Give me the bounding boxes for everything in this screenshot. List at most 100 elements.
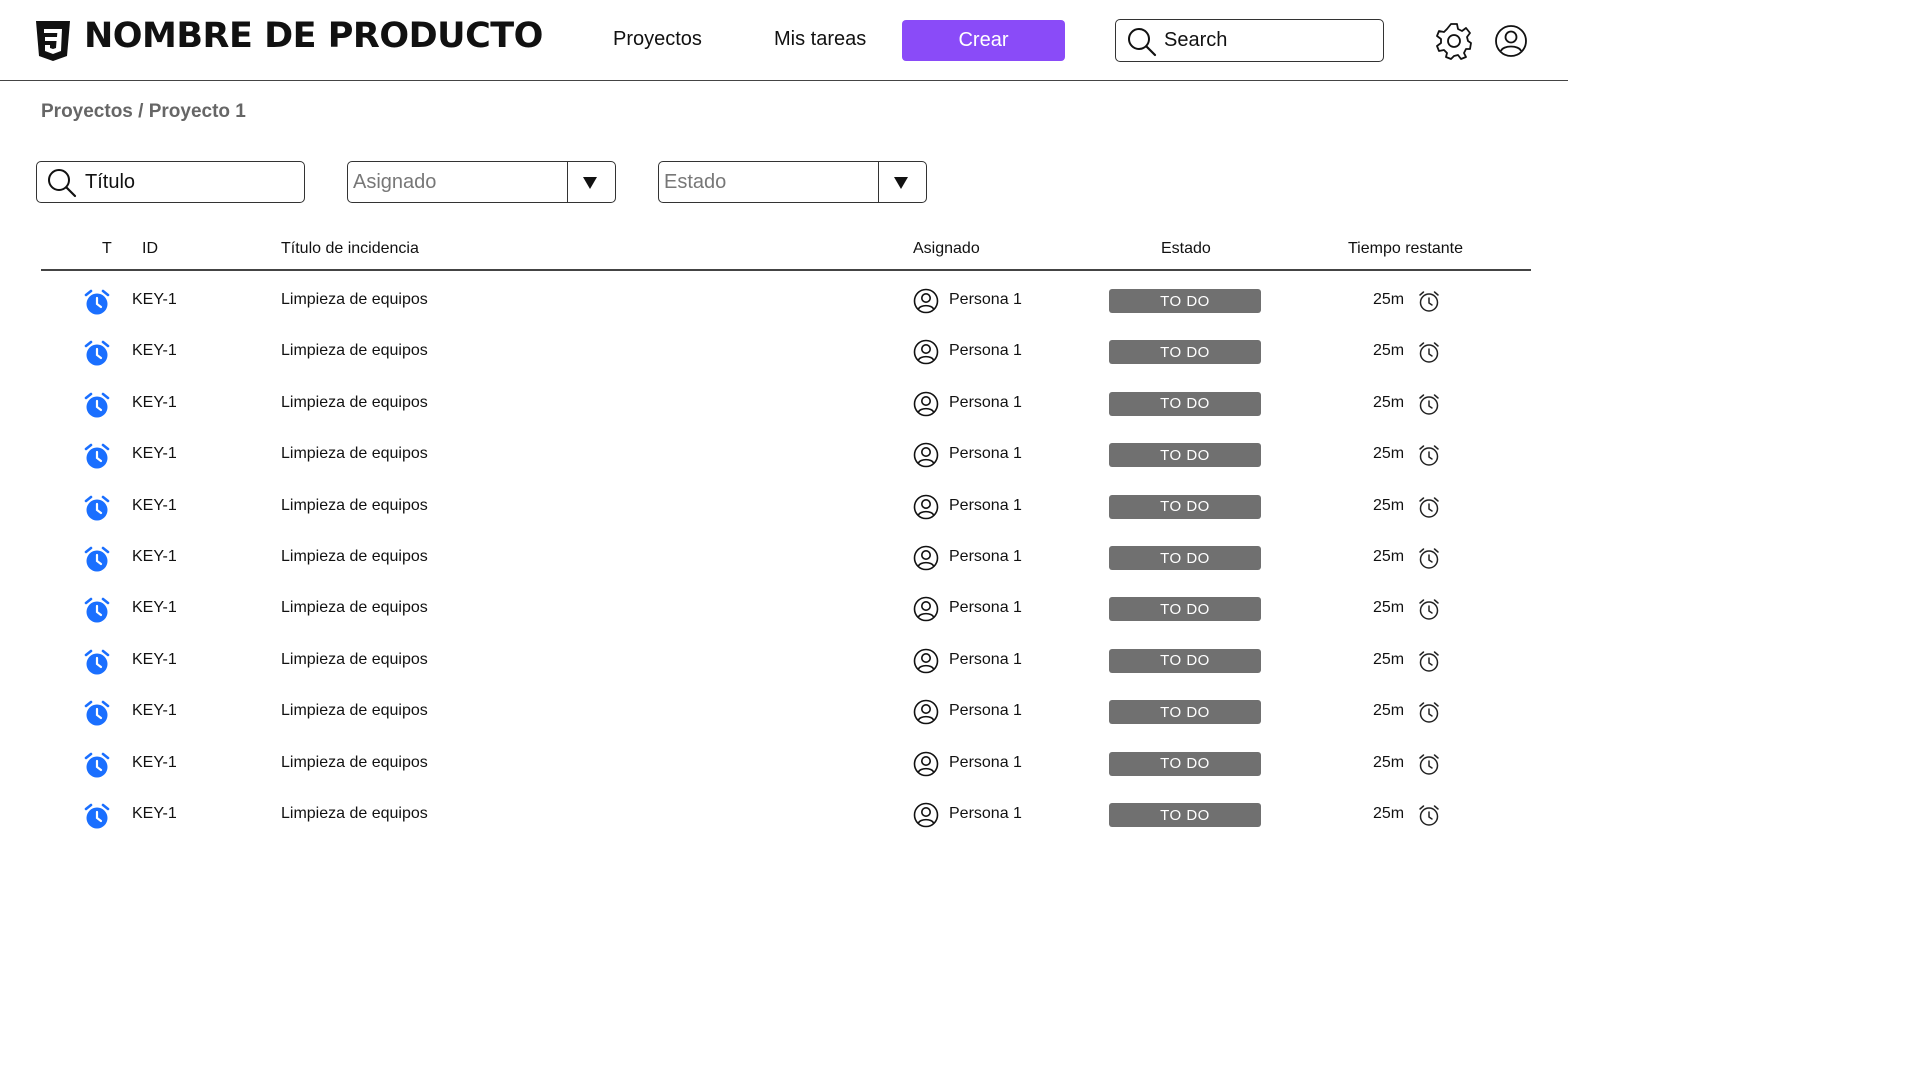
status-badge[interactable]: TO DO xyxy=(1109,340,1261,365)
issue-title[interactable]: Limpieza de equipos xyxy=(281,445,428,463)
issue-assignee[interactable]: Persona 1 xyxy=(949,497,1022,515)
issue-assignee[interactable]: Persona 1 xyxy=(949,445,1022,463)
issue-assignee[interactable]: Persona 1 xyxy=(949,291,1022,309)
issue-id[interactable]: KEY-1 xyxy=(132,599,177,617)
column-header-title[interactable]: Título de incidencia xyxy=(281,240,419,258)
timer-icon xyxy=(1419,805,1439,826)
css3-logo-icon[interactable] xyxy=(35,20,71,62)
status-badge[interactable]: TO DO xyxy=(1109,597,1261,622)
user-circle-icon xyxy=(913,648,939,674)
issue-time-left: 25m xyxy=(1373,445,1405,463)
table-row[interactable]: KEY-1 Limpieza de equipos Persona 1 TO D… xyxy=(0,802,1568,866)
issue-id[interactable]: KEY-1 xyxy=(132,445,177,463)
nav-link-projects[interactable]: Proyectos xyxy=(613,28,702,51)
issue-time-left: 25m xyxy=(1373,548,1405,565)
issue-title[interactable]: Limpieza de equipos xyxy=(281,702,428,720)
table-header-divider xyxy=(41,269,1531,271)
issue-assignee[interactable]: Persona 1 xyxy=(949,548,1022,566)
issue-assignee[interactable]: Persona 1 xyxy=(949,394,1022,412)
search-label: Search xyxy=(1164,29,1228,51)
table-row[interactable]: KEY-1 Limpieza de equipos Persona 1 TO D… xyxy=(0,340,1568,403)
issue-id[interactable]: KEY-1 xyxy=(132,394,177,412)
issue-assignee[interactable]: Persona 1 xyxy=(949,599,1022,617)
issue-title[interactable]: Limpieza de equipos xyxy=(281,291,428,309)
issue-title[interactable]: Limpieza de equipos xyxy=(281,548,428,566)
issue-id[interactable]: KEY-1 xyxy=(132,754,177,772)
column-header-type[interactable]: T xyxy=(102,240,112,258)
alarm-clock-icon xyxy=(84,392,110,418)
status-badge[interactable]: TO DO xyxy=(1109,700,1261,725)
issue-time-left: 25m xyxy=(1373,599,1405,617)
issue-title[interactable]: Limpieza de equipos xyxy=(281,497,428,515)
table-row[interactable]: KEY-1 Limpieza de equipos Persona 1 TO D… xyxy=(0,391,1568,455)
caret-down-icon[interactable] xyxy=(893,176,909,190)
issue-assignee[interactable]: Persona 1 xyxy=(949,342,1022,360)
table-row[interactable]: KEY-1 Limpieza de equipos Persona 1 TO D… xyxy=(0,545,1568,609)
issue-time-left: 25m xyxy=(1373,650,1405,668)
create-button[interactable]: Crear xyxy=(902,20,1065,61)
user-circle-icon[interactable] xyxy=(1494,24,1528,58)
table-row[interactable]: KEY-1 Limpieza de equipos Persona 1 TO D… xyxy=(0,494,1568,558)
issue-assignee[interactable]: Persona 1 xyxy=(949,754,1022,772)
status-filter-select[interactable]: Estado xyxy=(658,161,927,203)
issue-title[interactable]: Limpieza de equipos xyxy=(281,651,428,669)
status-badge[interactable]: TO DO xyxy=(1109,546,1261,570)
issue-assignee[interactable]: Persona 1 xyxy=(949,805,1022,823)
issue-time-left: 25m xyxy=(1373,393,1405,411)
user-circle-icon xyxy=(913,751,939,776)
issue-id[interactable]: KEY-1 xyxy=(132,651,177,669)
nav-link-my-tasks[interactable]: Mis tareas xyxy=(774,28,866,51)
issue-id[interactable]: KEY-1 xyxy=(132,548,177,566)
table-row[interactable]: KEY-1 Limpieza de equipos Persona 1 TO D… xyxy=(0,597,1568,660)
status-badge[interactable]: TO DO xyxy=(1109,751,1261,776)
issue-id[interactable]: KEY-1 xyxy=(132,342,177,360)
alarm-clock-icon xyxy=(84,598,110,623)
breadcrumb[interactable]: Proyectos / Proyecto 1 xyxy=(41,101,246,123)
column-header-id[interactable]: ID xyxy=(142,240,158,258)
issue-title[interactable]: Limpieza de equipos xyxy=(281,599,428,617)
status-badge[interactable]: TO DO xyxy=(1109,494,1261,519)
assignee-filter-placeholder: Asignado xyxy=(353,171,437,193)
table-row[interactable]: KEY-1 Limpieza de equipos Persona 1 TO D… xyxy=(0,751,1568,815)
issue-id[interactable]: KEY-1 xyxy=(132,291,177,309)
issue-time-left: 25m xyxy=(1373,702,1405,720)
caret-down-icon[interactable] xyxy=(582,176,598,190)
column-header-assignee[interactable]: Asignado xyxy=(913,240,980,258)
issue-id[interactable]: KEY-1 xyxy=(132,702,177,720)
status-badge[interactable]: TO DO xyxy=(1109,648,1261,673)
issue-title[interactable]: Limpieza de equipos xyxy=(281,754,428,772)
status-badge[interactable]: TO DO xyxy=(1109,289,1261,313)
top-navigation-bar: NOMBRE DE PRODUCTO Proyectos Mis tareas … xyxy=(0,0,1568,81)
search-icon xyxy=(48,169,77,198)
status-badge[interactable]: TO DO xyxy=(1109,443,1261,468)
table-row[interactable]: KEY-1 Limpieza de equipos Persona 1 TO D… xyxy=(0,288,1568,352)
issue-assignee[interactable]: Persona 1 xyxy=(949,702,1022,720)
title-filter-input[interactable]: Título xyxy=(36,161,305,203)
search-input[interactable]: Search xyxy=(1115,19,1384,62)
issue-title[interactable]: Limpieza de equipos xyxy=(281,394,428,412)
issue-title[interactable]: Limpieza de equipos xyxy=(281,342,428,360)
table-row[interactable]: KEY-1 Limpieza de equipos Persona 1 TO D… xyxy=(0,699,1568,763)
alarm-clock-icon xyxy=(84,443,110,469)
user-circle-icon xyxy=(913,802,939,828)
status-badge[interactable]: TO DO xyxy=(1109,391,1261,416)
product-name: NOMBRE DE PRODUCTO xyxy=(84,16,543,56)
issue-title[interactable]: Limpieza de equipos xyxy=(281,805,428,823)
table-row[interactable]: KEY-1 Limpieza de equipos Persona 1 TO D… xyxy=(0,442,1568,506)
issue-time-left: 25m xyxy=(1373,342,1405,360)
column-header-time-left[interactable]: Tiempo restante xyxy=(1348,240,1463,258)
issue-assignee[interactable]: Persona 1 xyxy=(949,651,1022,669)
status-badge[interactable]: TO DO xyxy=(1109,803,1261,827)
gear-icon[interactable] xyxy=(1435,22,1473,60)
column-header-status[interactable]: Estado xyxy=(1161,240,1211,258)
issue-id[interactable]: KEY-1 xyxy=(132,497,177,515)
table-row[interactable]: KEY-1 Limpieza de equipos Persona 1 TO D… xyxy=(0,648,1568,712)
timer-icon xyxy=(1419,702,1439,723)
timer-icon xyxy=(1419,753,1439,775)
issue-id[interactable]: KEY-1 xyxy=(132,805,177,823)
timer-icon xyxy=(1419,548,1439,569)
alarm-clock-icon xyxy=(84,341,110,366)
select-divider xyxy=(878,162,879,202)
assignee-filter-select[interactable]: Asignado xyxy=(347,161,616,203)
alarm-clock-icon xyxy=(84,495,110,521)
